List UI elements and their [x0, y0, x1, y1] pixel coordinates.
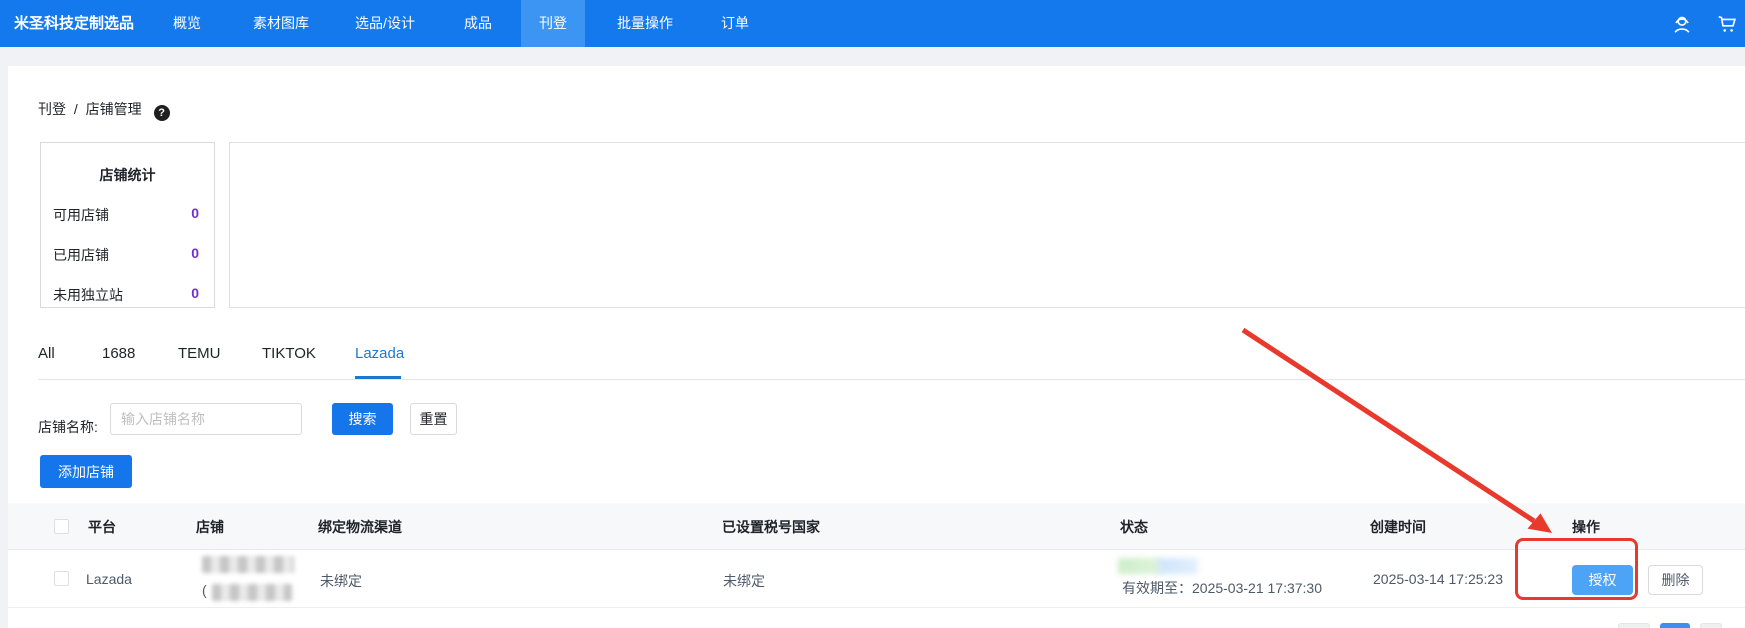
shop-stats-title: 店铺统计	[41, 165, 214, 185]
breadcrumb-parent[interactable]: 刊登	[38, 101, 66, 117]
stat-value: 0	[191, 245, 199, 265]
stat-available-shops: 可用店铺 0	[41, 205, 214, 225]
shop-name-label: 店铺名称:	[38, 411, 98, 443]
authorize-button[interactable]: 授权	[1572, 565, 1633, 595]
stat-value: 0	[191, 205, 199, 225]
brand-title: 米圣科技定制选品	[14, 0, 134, 47]
tab-all[interactable]: All	[38, 345, 55, 362]
top-navbar: 米圣科技定制选品 概览 素材图库 选品/设计 成品 刊登 批量操作 订单	[0, 0, 1745, 47]
help-icon[interactable]: ?	[154, 105, 170, 121]
stat-used-shops: 已用店铺 0	[41, 245, 214, 265]
stat-label: 已用店铺	[53, 245, 109, 265]
delete-button[interactable]: 删除	[1648, 565, 1703, 595]
customer-service-icon[interactable]	[1671, 13, 1693, 35]
shop-name-input[interactable]	[110, 403, 302, 435]
content-card: 刊登 / 店铺管理 ? 店铺统计 可用店铺 0 已用店铺 0 未用独立站 0 A…	[8, 66, 1745, 628]
nav-item-publish[interactable]: 刊登	[521, 0, 585, 47]
breadcrumb: 刊登 / 店铺管理 ?	[38, 99, 174, 121]
reset-button[interactable]: 重置	[410, 403, 457, 435]
app-window: 米圣科技定制选品 概览 素材图库 选品/设计 成品 刊登 批量操作 订单 刊登 …	[0, 0, 1745, 628]
shop-stats-panel: 店铺统计 可用店铺 0 已用店铺 0 未用独立站 0	[40, 142, 215, 308]
row-platform: Lazada	[86, 571, 132, 587]
nav-item-overview[interactable]: 概览	[155, 0, 219, 47]
add-shop-button[interactable]: 添加店铺	[40, 455, 132, 488]
redacted-shop-name-prefix: (	[202, 582, 207, 598]
tab-tiktok[interactable]: TIKTOK	[262, 345, 316, 362]
row-logistics: 未绑定	[320, 571, 362, 591]
search-button[interactable]: 搜索	[332, 403, 393, 435]
stat-value: 0	[191, 285, 199, 305]
empty-info-panel	[229, 142, 1745, 308]
row-tax-country: 未绑定	[723, 571, 765, 591]
breadcrumb-separator: /	[74, 101, 78, 117]
col-shop: 店铺	[196, 517, 224, 537]
shopping-cart-icon[interactable]	[1716, 13, 1738, 35]
row-status-expiry: 有效期至：2025-03-21 17:37:30	[1122, 578, 1322, 598]
col-actions: 操作	[1572, 517, 1600, 537]
stat-label: 可用店铺	[53, 205, 109, 225]
redacted-shop-name-line2	[212, 584, 292, 601]
col-logistics: 绑定物流渠道	[318, 517, 402, 537]
tab-temu[interactable]: TEMU	[178, 345, 221, 362]
table-header: 平台 店铺 绑定物流渠道 已设置税号国家 状态 创建时间 操作	[8, 503, 1745, 550]
row-created-at: 2025-03-14 17:25:23	[1373, 571, 1503, 587]
col-tax-country: 已设置税号国家	[722, 517, 820, 537]
col-created-at: 创建时间	[1370, 517, 1426, 537]
pagination-item-current[interactable]	[1660, 623, 1690, 628]
redacted-status-badge-blue	[1158, 558, 1198, 574]
col-status: 状态	[1120, 517, 1148, 537]
nav-item-finished-products[interactable]: 成品	[446, 0, 510, 47]
nav-item-orders[interactable]: 订单	[703, 0, 767, 47]
pagination-item-prev[interactable]	[1618, 623, 1650, 628]
select-all-checkbox[interactable]	[54, 519, 69, 534]
nav-item-material-library[interactable]: 素材图库	[235, 0, 327, 47]
tab-1688[interactable]: 1688	[102, 345, 135, 362]
pagination-item-next[interactable]	[1700, 623, 1722, 628]
nav-item-selection-design[interactable]: 选品/设计	[337, 0, 433, 47]
tab-lazada[interactable]: Lazada	[355, 345, 404, 362]
breadcrumb-current: 店铺管理	[86, 101, 142, 117]
row-checkbox[interactable]	[54, 571, 69, 586]
stat-label: 未用独立站	[53, 285, 123, 305]
tabs-divider	[38, 379, 1745, 380]
redacted-shop-name-line1	[202, 556, 294, 573]
redacted-status-badge-green	[1118, 558, 1162, 574]
col-platform: 平台	[88, 517, 116, 537]
stat-unused-independent-sites: 未用独立站 0	[41, 285, 214, 305]
nav-item-batch-operations[interactable]: 批量操作	[599, 0, 691, 47]
